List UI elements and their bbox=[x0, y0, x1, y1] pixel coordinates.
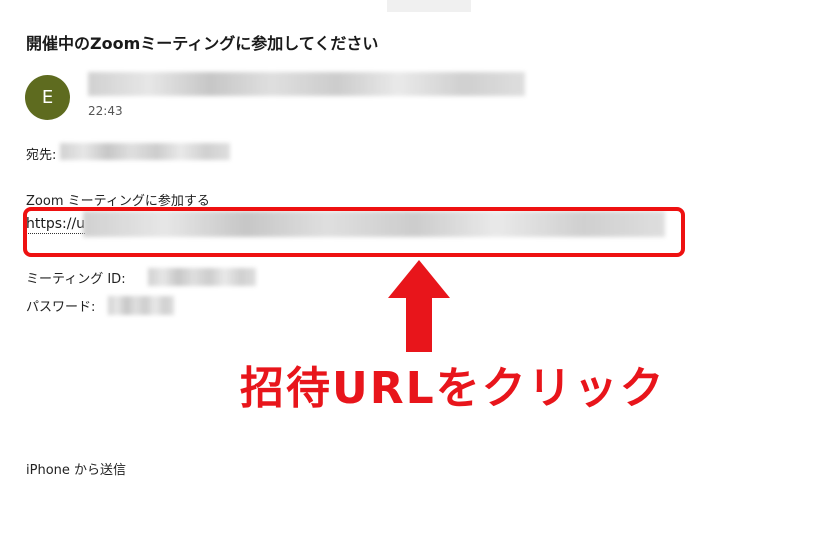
email-subject: 開催中のZoomミーティングに参加してください bbox=[26, 34, 379, 53]
email-view: 開催中のZoomミーティングに参加してください E 22:43 宛先: Zoom… bbox=[0, 0, 826, 555]
sender-address-redacted bbox=[88, 72, 525, 96]
top-tab bbox=[387, 0, 471, 12]
sender-avatar[interactable]: E bbox=[25, 75, 70, 120]
avatar-initial: E bbox=[41, 87, 54, 108]
received-time: 22:43 bbox=[88, 104, 123, 118]
callout-text: 招待URLをクリック bbox=[240, 363, 666, 414]
recipient-label: 宛先: bbox=[26, 148, 57, 163]
email-signature: iPhone から送信 bbox=[26, 463, 127, 478]
recipient-redacted bbox=[60, 143, 230, 160]
invite-url-highlight bbox=[23, 207, 685, 257]
password-redacted bbox=[108, 296, 174, 315]
password-label: パスワード: bbox=[26, 300, 96, 315]
up-arrow-icon bbox=[388, 260, 450, 352]
meeting-id-redacted bbox=[148, 268, 256, 286]
meeting-id-label: ミーティング ID: bbox=[26, 272, 126, 287]
